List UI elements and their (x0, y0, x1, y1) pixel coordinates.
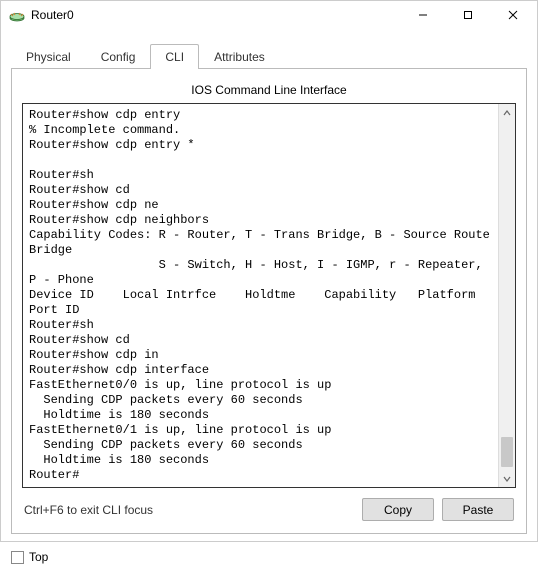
tab-bar: Physical Config CLI Attributes (11, 43, 527, 69)
cli-hint: Ctrl+F6 to exit CLI focus (24, 503, 354, 517)
content-area: Physical Config CLI Attributes IOS Comma… (1, 29, 537, 544)
footer: Top (1, 544, 537, 572)
copy-button[interactable]: Copy (362, 498, 434, 521)
cli-heading: IOS Command Line Interface (22, 79, 516, 103)
top-label: Top (29, 550, 48, 564)
window-title: Router0 (31, 8, 400, 22)
tab-cli[interactable]: CLI (150, 44, 199, 69)
scroll-up-icon[interactable] (499, 104, 515, 121)
tab-physical[interactable]: Physical (11, 44, 86, 69)
cli-terminal[interactable]: Router#show cdp entry % Incomplete comma… (23, 104, 498, 487)
terminal-scrollbar[interactable] (498, 104, 515, 487)
router-icon (9, 7, 25, 23)
cli-bottombar: Ctrl+F6 to exit CLI focus Copy Paste (22, 488, 516, 523)
app-window: Router0 Physical Config CLI Attributes I… (0, 0, 538, 542)
tab-attributes[interactable]: Attributes (199, 44, 280, 69)
cli-panel: IOS Command Line Interface Router#show c… (11, 69, 527, 534)
top-checkbox[interactable] (11, 551, 24, 564)
scroll-thumb[interactable] (501, 437, 513, 467)
tab-config[interactable]: Config (86, 44, 151, 69)
scroll-down-icon[interactable] (499, 470, 515, 487)
maximize-button[interactable] (445, 1, 490, 29)
close-button[interactable] (490, 1, 535, 29)
window-controls (400, 1, 535, 29)
minimize-button[interactable] (400, 1, 445, 29)
titlebar: Router0 (1, 1, 537, 29)
paste-button[interactable]: Paste (442, 498, 514, 521)
terminal-container: Router#show cdp entry % Incomplete comma… (22, 103, 516, 488)
